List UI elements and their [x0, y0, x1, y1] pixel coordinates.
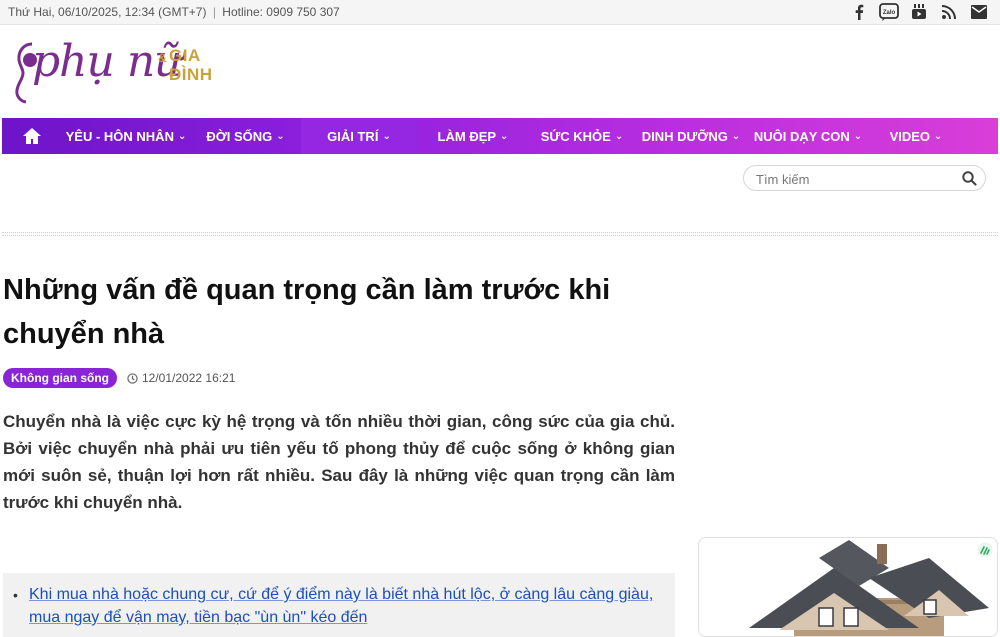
svg-text:Zalo: Zalo [883, 10, 896, 16]
nav-label: VIDEO [889, 128, 931, 144]
advertisement[interactable] [698, 537, 998, 637]
nav-video[interactable]: VIDEO ⌄ [869, 118, 963, 154]
house-ad-image [749, 540, 989, 636]
chevron-down-icon: ⌄ [853, 130, 863, 142]
social-links: Zalo [844, 2, 994, 22]
article-title: Những vấn đề quan trọng cần làm trước kh… [3, 274, 611, 350]
top-separator: | [212, 5, 216, 19]
section-divider [2, 232, 998, 236]
facebook-icon[interactable] [844, 2, 874, 22]
article-meta: Không gian sống 12/01/2022 16:21 [3, 368, 235, 388]
nav-label: LÀM ĐẸP [437, 128, 497, 144]
email-icon[interactable] [964, 2, 994, 22]
home-icon [23, 128, 41, 144]
related-article-box: • Khi mua nhà hoặc chung cư, cứ để ý điể… [3, 573, 675, 637]
nav-giai-tri[interactable]: GIẢI TRÍ ⌄ [301, 118, 417, 154]
rss-icon[interactable] [934, 2, 964, 22]
chevron-down-icon: ⌄ [614, 130, 624, 142]
nav-label: NUÔI DẠY CON [753, 128, 850, 144]
chevron-down-icon: ⌄ [500, 130, 509, 142]
hotline: Hotline: 0909 750 307 [222, 5, 340, 19]
nav-home[interactable] [2, 118, 62, 154]
chevron-down-icon: ⌄ [731, 130, 741, 142]
ad-choices-icon[interactable] [977, 542, 993, 563]
nav-label: SỨC KHỎE [540, 128, 611, 144]
top-info: Thứ Hai, 06/10/2025, 12:34 (GMT+7) | Hot… [8, 5, 340, 19]
search-input[interactable] [756, 170, 956, 188]
nav-dinh-duong[interactable]: DINH DƯỠNG ⌄ [635, 118, 747, 154]
main-nav: YÊU - HÔN NHÂN ⌄ ĐỜI SỐNG ⌄ GIẢI TRÍ ⌄ LÀM … [2, 118, 998, 154]
search-icon[interactable] [962, 171, 977, 191]
related-bullet: • [13, 587, 18, 603]
chevron-down-icon: ⌄ [382, 130, 391, 142]
nav-doi-song[interactable]: ĐỜI SỐNG ⌄ [190, 118, 301, 154]
nav-suc-khoe[interactable]: SỨC KHỎE ⌄ [529, 118, 635, 154]
nav-lam-dep[interactable]: LÀM ĐẸP ⌄ [417, 118, 529, 154]
logo-dinh: ĐÌNH [169, 65, 213, 84]
current-date: Thứ Hai, 06/10/2025, 12:34 (GMT+7) [8, 5, 207, 19]
chevron-down-icon: ⌄ [934, 130, 943, 142]
nav-label: GIẢI TRÍ [327, 128, 379, 144]
zalo-icon[interactable]: Zalo [874, 2, 904, 22]
chevron-down-icon: ⌄ [177, 130, 187, 142]
category-badge[interactable]: Không gian sống [3, 368, 117, 388]
clock-icon [127, 372, 138, 384]
article-lead: Chuyển nhà là việc cực kỳ hệ trọng và tố… [3, 412, 675, 512]
search-box [743, 165, 986, 191]
top-bar: Thứ Hai, 06/10/2025, 12:34 (GMT+7) | Hot… [0, 0, 1000, 25]
nav-label: YÊU - HÔN NHÂN [65, 128, 174, 144]
logo-gia: GIA [169, 46, 201, 65]
logo-ampersand: & [158, 51, 167, 65]
related-article-link[interactable]: Khi mua nhà hoặc chung cư, cứ để ý điểm … [29, 583, 659, 629]
chevron-down-icon: ⌄ [276, 130, 285, 142]
site-logo[interactable]: phụ nữ & GIA ĐÌNH [12, 36, 212, 106]
nav-label: DINH DƯỠNG [641, 128, 728, 144]
nav-yeu-hon-nhan[interactable]: YÊU - HÔN NHÂN ⌄ [62, 118, 190, 154]
nav-nuoi-day-con[interactable]: NUÔI DẠY CON ⌄ [747, 118, 869, 154]
article-date: 12/01/2022 16:21 [127, 371, 235, 385]
article-datetime: 12/01/2022 16:21 [142, 371, 236, 385]
youtube-icon[interactable] [904, 2, 934, 22]
nav-label: ĐỜI SỐNG [206, 128, 273, 144]
